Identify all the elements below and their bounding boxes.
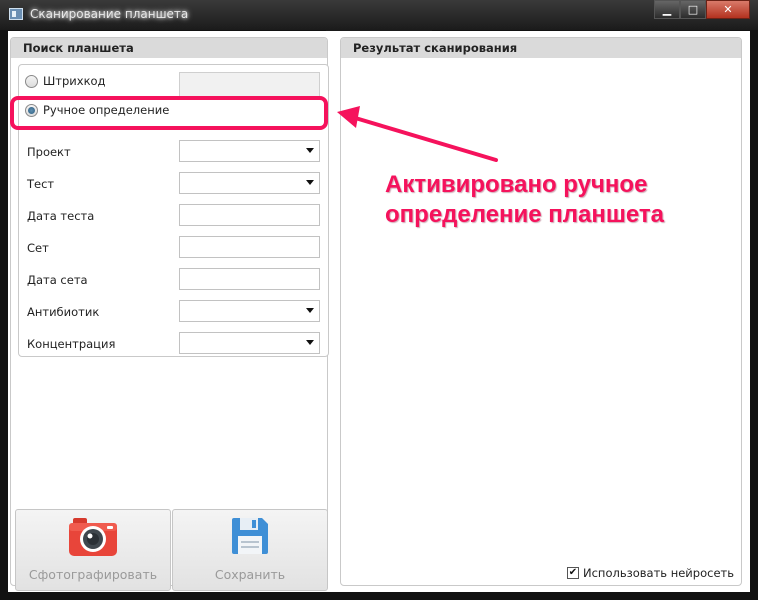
set-date-label: Дата сета [27,273,88,287]
barcode-input[interactable] [179,72,320,98]
concentration-label: Концентрация [27,337,116,351]
concentration-select[interactable] [179,332,320,354]
antibiotic-label: Антибиотик [27,305,100,319]
test-date-label: Дата теста [27,209,95,223]
concentration-row: Концентрация [19,332,330,356]
floppy-disk-icon [230,516,270,559]
annotation-text: Активировано ручное определение планшета [385,170,664,230]
antibiotic-row: Антибиотик [19,300,330,324]
manual-option-highlight [10,96,328,130]
minimize-button[interactable]: ▁ [654,0,680,19]
app-window: Сканирование планшета ▁ □ ✕ Поиск планше… [0,0,758,600]
window-title: Сканирование планшета [30,7,189,21]
scan-result-panel: Результат сканирования ✔ Использовать не… [340,37,742,586]
chevron-down-icon [306,308,314,313]
use-neural-network-checkbox[interactable]: ✔ [567,567,579,579]
chevron-down-icon [306,340,314,345]
barcode-radio-label: Штрихкод [43,74,106,88]
barcode-option[interactable]: Штрихкод [19,71,330,98]
project-label: Проект [27,145,71,159]
take-photo-label: Сфотографировать [28,567,158,582]
search-panel-title: Поиск планшета [11,38,327,58]
test-label: Тест [27,177,55,191]
barcode-radio[interactable] [25,75,38,88]
close-button[interactable]: ✕ [706,0,750,19]
set-date-row: Дата сета [19,268,330,292]
annotation-line-2: определение планшета [385,201,665,228]
save-button[interactable]: Сохранить [172,509,328,591]
set-label: Сет [27,241,49,255]
chevron-down-icon [306,180,314,185]
set-input[interactable] [179,236,320,258]
title-bar[interactable]: Сканирование планшета ▁ □ ✕ [0,0,758,30]
project-row: Проект [19,140,330,164]
set-date-input[interactable] [179,268,320,290]
window-controls: ▁ □ ✕ [654,0,750,19]
app-icon [9,8,23,20]
project-select[interactable] [179,140,320,162]
test-date-input[interactable] [179,204,320,226]
use-neural-network-label: Использовать нейросеть [583,566,734,580]
test-row: Тест [19,172,330,196]
camera-icon [67,516,119,561]
take-photo-button[interactable]: Сфотографировать [15,509,171,591]
scan-result-title: Результат сканирования [341,38,741,58]
save-label: Сохранить [214,567,286,582]
set-row: Сет [19,236,330,260]
test-select[interactable] [179,172,320,194]
use-neural-network-option[interactable]: ✔ Использовать нейросеть [567,565,734,581]
maximize-button[interactable]: □ [680,0,706,19]
antibiotic-select[interactable] [179,300,320,322]
test-date-row: Дата теста [19,204,330,228]
annotation-line-1: Активировано ручное [385,171,648,198]
chevron-down-icon [306,148,314,153]
